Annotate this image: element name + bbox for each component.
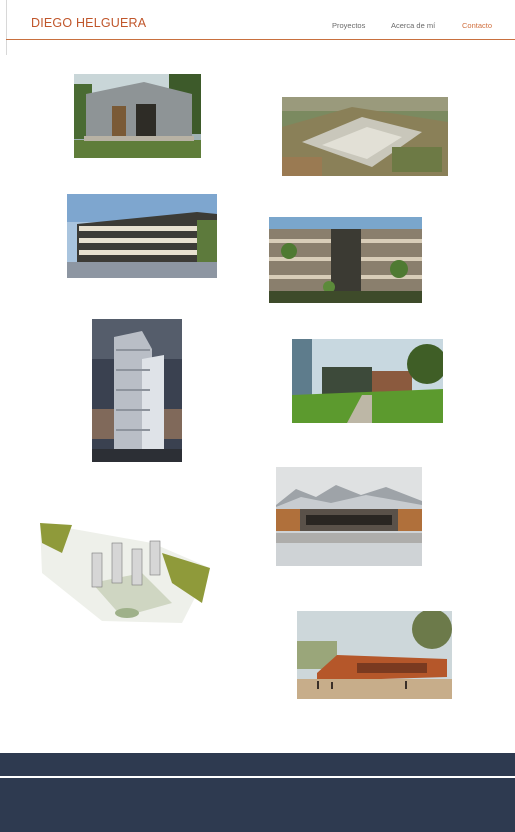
isometric-plan-image [32, 513, 210, 631]
gallery-thumb-apartment-building[interactable] [67, 194, 217, 278]
nav-link-contacto[interactable]: Contacto [462, 21, 492, 30]
brand-logo-text[interactable]: DIEGO HELGUERA [31, 16, 146, 30]
cabin-house-image [74, 74, 201, 158]
site-footer [0, 778, 515, 832]
corten-pavilion-image [297, 611, 452, 699]
gallery-thumb-modern-house[interactable] [292, 339, 443, 423]
nav-link-proyectos[interactable]: Proyectos [332, 21, 365, 30]
nav-link-acerca[interactable]: Acerca de mí [391, 21, 435, 30]
gallery-thumb-cabin-house[interactable] [74, 74, 201, 158]
aerial-masterplan-image [282, 97, 448, 176]
modern-house-image [292, 339, 443, 423]
site-header: DIEGO HELGUERA Proyectos Acerca de mí Co… [6, 0, 515, 40]
gallery-thumb-aerial-masterplan[interactable] [282, 97, 448, 176]
green-facade-image [269, 217, 422, 303]
gallery-thumb-green-facade[interactable] [269, 217, 422, 303]
gallery-thumb-office-tower[interactable] [92, 319, 182, 462]
apartment-building-image [67, 194, 217, 278]
office-tower-image [92, 319, 182, 462]
footer-band-top [0, 753, 515, 776]
gallery-thumb-mountain-pavilion[interactable] [276, 467, 422, 566]
mountain-pavilion-image [276, 467, 422, 566]
gallery-thumb-corten-pavilion[interactable] [297, 611, 452, 699]
gallery-thumb-isometric-plan[interactable] [32, 513, 210, 631]
